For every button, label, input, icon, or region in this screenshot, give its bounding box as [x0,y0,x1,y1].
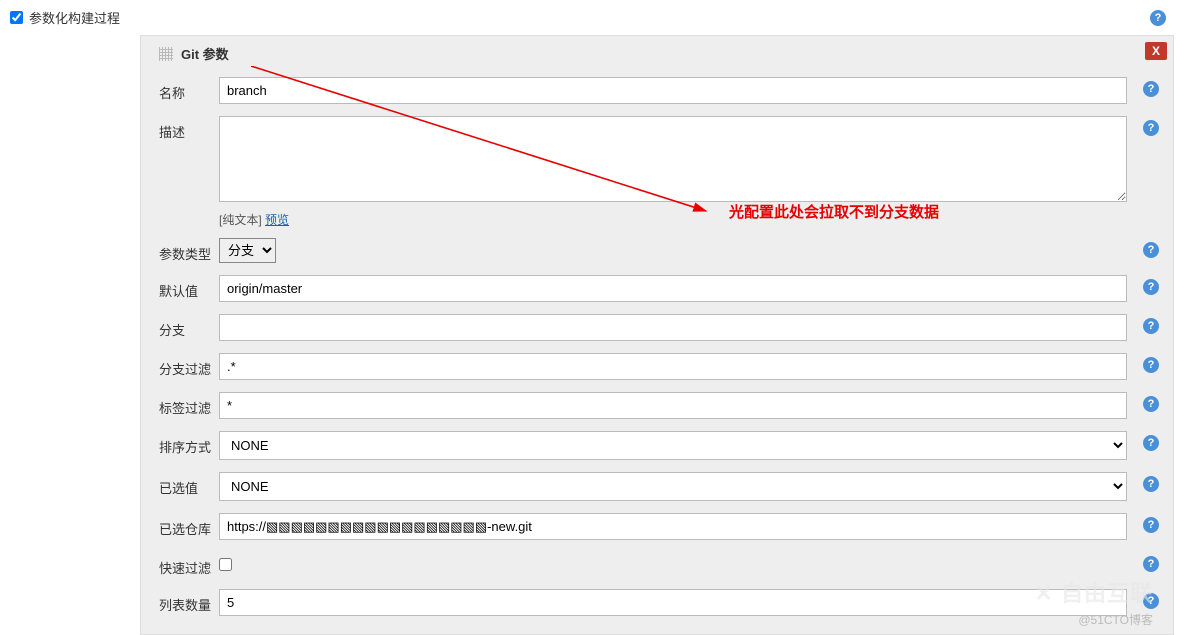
parametrized-build-label: 参数化构建过程 [29,8,120,27]
param-type-label: 参数类型 [159,238,219,263]
list-count-input[interactable] [219,589,1127,616]
branch-label: 分支 [159,314,219,339]
param-type-select[interactable]: 分支 [219,238,276,263]
repo-input[interactable] [219,513,1127,540]
parametrized-build-checkbox[interactable] [10,11,23,24]
sort-select[interactable]: NONE [219,431,1127,460]
help-icon[interactable]: ? [1150,10,1166,26]
help-icon[interactable]: ? [1143,357,1159,373]
name-input[interactable] [219,77,1127,104]
drag-handle-icon[interactable] [159,47,173,61]
desc-preview-link[interactable]: 预览 [265,213,289,227]
help-icon[interactable]: ? [1143,396,1159,412]
list-count-label: 列表数量 [159,589,219,614]
branch-filter-input[interactable] [219,353,1127,380]
default-input[interactable] [219,275,1127,302]
desc-plain-text: [纯文本] [219,213,265,227]
watermark-text: @51CTO博客 [1078,611,1153,628]
desc-label: 描述 [159,116,219,141]
quick-filter-checkbox[interactable] [219,558,232,571]
branch-filter-label: 分支过滤 [159,353,219,378]
help-icon[interactable]: ? [1143,318,1159,334]
help-icon[interactable]: ? [1143,476,1159,492]
tag-filter-label: 标签过滤 [159,392,219,417]
help-icon[interactable]: ? [1143,242,1159,258]
tag-filter-input[interactable] [219,392,1127,419]
selected-value-label: 已选值 [159,472,219,497]
help-icon[interactable]: ? [1143,81,1159,97]
default-label: 默认值 [159,275,219,300]
help-icon[interactable]: ? [1143,517,1159,533]
block-title: Git 参数 [181,44,229,63]
help-icon[interactable]: ? [1143,556,1159,572]
quick-filter-label: 快速过滤 [159,552,219,577]
branch-input[interactable] [219,314,1127,341]
selected-value-select[interactable]: NONE [219,472,1127,501]
watermark-logo: ✕ 自由互联 [1034,576,1153,608]
repo-label: 已选仓库 [159,513,219,538]
name-label: 名称 [159,77,219,102]
help-icon[interactable]: ? [1143,279,1159,295]
desc-textarea[interactable] [219,116,1127,202]
sort-label: 排序方式 [159,431,219,456]
help-icon[interactable]: ? [1143,120,1159,136]
help-icon[interactable]: ? [1143,435,1159,451]
close-button[interactable]: X [1145,42,1167,60]
